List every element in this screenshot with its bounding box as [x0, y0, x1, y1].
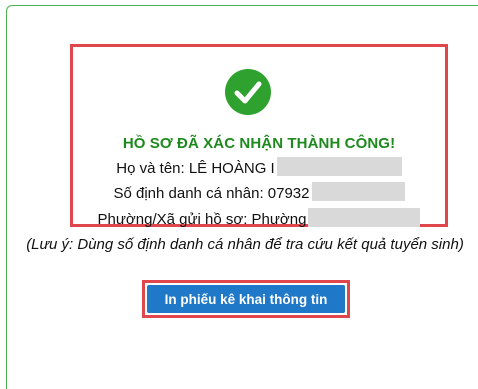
page: HỒ SƠ ĐÃ XÁC NHẬN THÀNH CÔNG! Họ và tên:… [0, 0, 478, 389]
checkmark-icon [234, 81, 262, 104]
redacted-name [276, 157, 402, 176]
name-label: Họ và tên: LÊ HOÀNG I [116, 160, 275, 177]
id-row: Số định danh cá nhân: 07932 [73, 182, 445, 202]
id-label: Số định danh cá nhân: 07932 [113, 185, 310, 202]
confirmation-box: HỒ SƠ ĐÃ XÁC NHẬN THÀNH CÔNG! Họ và tên:… [70, 44, 448, 228]
redacted-id [311, 182, 405, 201]
ward-label: Phường/Xã gửi hồ sơ: Phường [97, 211, 307, 228]
ward-row: Phường/Xã gửi hồ sơ: Phường [73, 208, 445, 228]
lookup-note: (Lưu ý: Dùng số định danh cá nhân để tra… [26, 236, 464, 253]
success-title: HỒ SƠ ĐÃ XÁC NHẬN THÀNH CÔNG! [122, 135, 396, 152]
print-button-highlight: In phiếu kê khai thông tin [142, 280, 350, 318]
check-circle-icon [225, 69, 271, 115]
print-declaration-button[interactable]: In phiếu kê khai thông tin [147, 285, 345, 313]
redacted-ward [308, 208, 421, 227]
name-row: Họ và tên: LÊ HOÀNG I [73, 157, 445, 177]
